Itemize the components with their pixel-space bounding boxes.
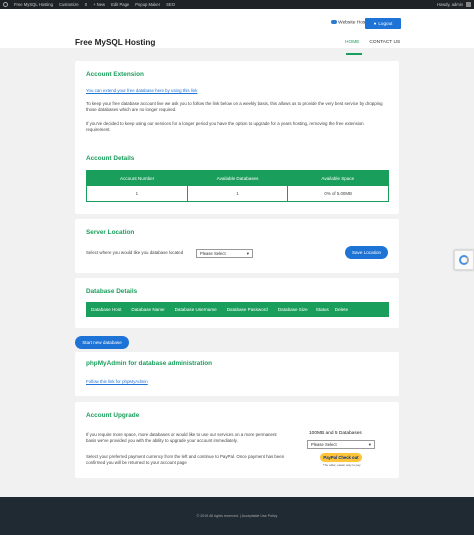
site-header: Website Hosting MySQL ●Logout Free MySQL…: [0, 9, 474, 55]
nav-home[interactable]: HOME: [345, 40, 359, 45]
server-location-card: Server Location Select where you would l…: [75, 219, 399, 273]
admin-bar-comments[interactable]: 0: [85, 2, 87, 7]
column-header: Database Size: [277, 307, 308, 312]
start-new-database-button[interactable]: Start new database: [75, 336, 129, 349]
location-select[interactable]: Please Select ▾: [196, 249, 253, 258]
admin-bar-new[interactable]: + New: [93, 2, 105, 7]
admin-bar-howdy[interactable]: Howdy, admin: [437, 2, 463, 7]
wordpress-icon[interactable]: [3, 2, 8, 7]
extension-title: Account Extension: [86, 71, 144, 78]
currency-select[interactable]: Please Select ▾: [307, 440, 375, 449]
admin-bar-edit-page[interactable]: Edit Page: [111, 2, 129, 7]
database-title: Database Details: [86, 288, 138, 295]
location-label: Select where you would like you database…: [86, 250, 184, 255]
account-card: Account Extension You can extend your fr…: [75, 61, 399, 214]
table-cell: 1: [188, 186, 289, 201]
user-icon: ●: [373, 21, 377, 26]
table-cell: 1: [87, 186, 188, 201]
column-header: Database Host: [91, 307, 122, 312]
details-title: Account Details: [86, 155, 135, 162]
phpmyadmin-card: phpMyAdmin for database administration F…: [75, 352, 399, 396]
table-cell: 0% of 5.00MB: [324, 191, 352, 196]
upgrade-paragraph-2: Select your preferred payment currency f…: [86, 454, 285, 465]
column-header: Available Space: [321, 176, 355, 181]
upgrade-card: Account Upgrade If you require more spac…: [75, 402, 399, 478]
column-header: Database Username: [174, 307, 217, 312]
footer-text: © 2019 All rights reserved. | Acceptable…: [196, 514, 278, 518]
details-table-header: Account Number Available Databases Avail…: [87, 171, 388, 186]
site-footer: © 2019 All rights reserved. | Acceptable…: [0, 497, 474, 535]
admin-bar-popup-maker[interactable]: Popup Maker: [135, 2, 160, 7]
extension-paragraph-2: If you've decided to keep using our serv…: [86, 121, 364, 132]
recaptcha-icon: [459, 255, 469, 265]
site-brand[interactable]: Free MySQL Hosting: [75, 38, 155, 47]
paypal-note: The safer, easier way to pay: [323, 463, 361, 467]
column-header: Status: [315, 307, 329, 312]
admin-bar-site[interactable]: Free MySQL Hosting: [14, 2, 53, 7]
upgrade-paragraph-1: If you require more space, more database…: [86, 432, 277, 443]
chevron-down-icon: ▾: [368, 442, 371, 447]
column-header: Available Databases: [216, 176, 259, 181]
admin-bar-account[interactable]: Howdy, admin: [437, 2, 471, 7]
admin-bar: Free MySQL Hosting Customize 0 + New Edi…: [0, 0, 474, 9]
cloud-icon: [331, 20, 338, 24]
logout-button[interactable]: ● Logout: [365, 18, 401, 29]
column-header: Database Password: [226, 307, 268, 312]
main-nav: HOME CONTACT US: [345, 40, 400, 45]
table-row: 1 1 0% of 5.00MB: [87, 186, 388, 201]
column-header: Delete: [334, 307, 349, 312]
recaptcha-badge[interactable]: [454, 250, 474, 270]
database-table-header: Database Host Database Name Database Use…: [86, 302, 389, 317]
paypal-checkout-button[interactable]: PayPal Check out: [320, 453, 362, 462]
upgrade-plan: 100MB and 5 Databases: [309, 431, 362, 436]
nav-contact[interactable]: CONTACT US: [369, 40, 400, 45]
phpmyadmin-link[interactable]: Follow this link for phpMyAdmin: [86, 379, 148, 385]
phpmyadmin-title: phpMyAdmin for database administration: [86, 360, 213, 367]
column-header: Database Name: [131, 307, 165, 312]
upgrade-title: Account Upgrade: [86, 412, 140, 419]
admin-bar-seo[interactable]: SEO: [166, 2, 175, 7]
column-header: Account Number: [120, 176, 155, 181]
admin-bar-customize[interactable]: Customize: [59, 2, 79, 7]
avatar[interactable]: [466, 2, 471, 7]
extension-link[interactable]: You can extend your free database here b…: [86, 88, 197, 94]
extension-paragraph-1: To keep your free database account live …: [86, 101, 383, 112]
chevron-down-icon: ▾: [246, 251, 249, 256]
nav-active-indicator: [346, 53, 362, 55]
details-table: Account Number Available Databases Avail…: [86, 170, 389, 202]
save-location-button[interactable]: Save Location: [345, 246, 388, 259]
location-title: Server Location: [86, 229, 135, 236]
